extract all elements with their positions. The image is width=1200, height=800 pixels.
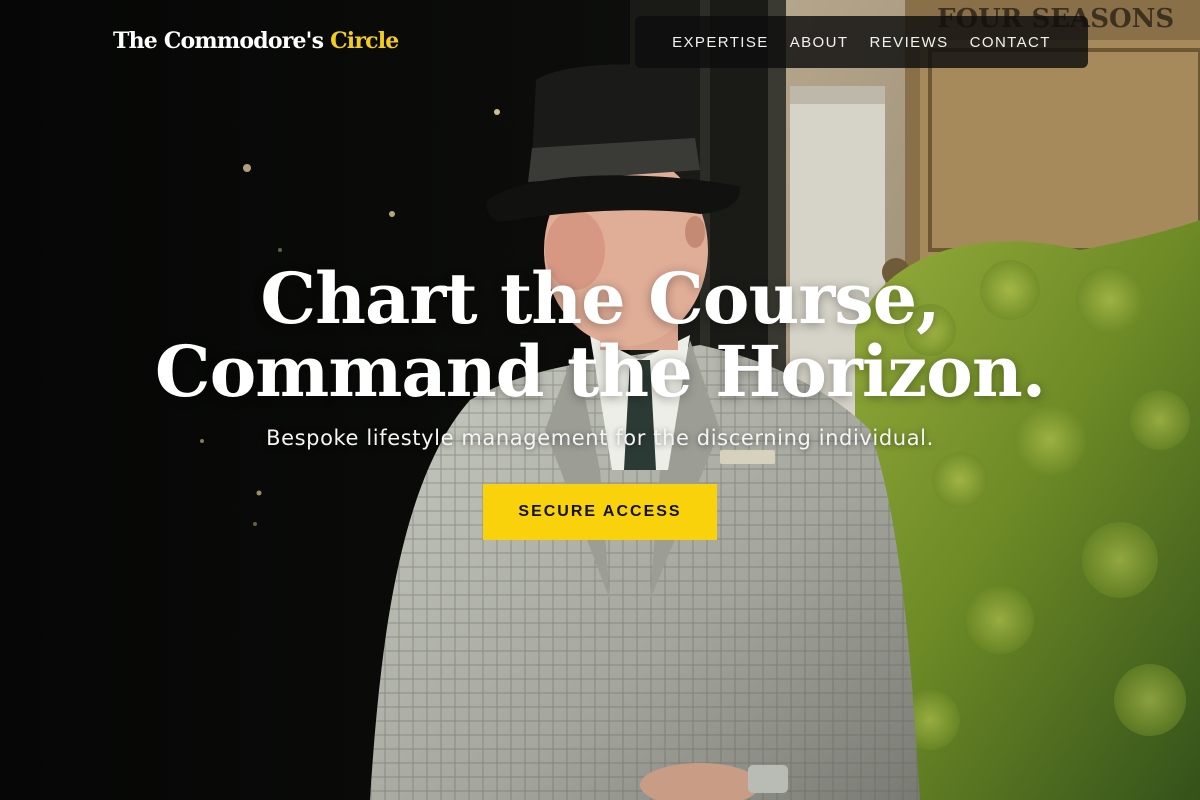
nav-link-about[interactable]: ABOUT [790,34,849,51]
nav-link-contact[interactable]: CONTACT [970,34,1051,51]
brand-logo[interactable]: The Commodore's Circle [113,28,399,54]
brand-name-accent: Circle [330,28,399,54]
hero-headline-line-1: Chart the Course, [260,257,940,340]
hero-headline-line-2: Command the Horizon. [154,330,1046,413]
nav-link-expertise[interactable]: EXPERTISE [672,34,769,51]
hero-copy: Chart the Course, Command the Horizon. B… [0,262,1200,450]
hero-section: FOUR SEASONS The Commodore's Circle EXPE… [0,0,1200,800]
brand-name: The Commodore's [113,28,324,54]
top-bar: The Commodore's Circle EXPERTISE ABOUT R… [0,0,1200,84]
secure-access-button[interactable]: SECURE ACCESS [483,484,717,540]
hero-tagline: Bespoke lifestyle management for the dis… [266,426,934,450]
main-nav: EXPERTISE ABOUT REVIEWS CONTACT [635,16,1088,68]
hero-headline: Chart the Course, Command the Horizon. [0,262,1200,408]
nav-link-reviews[interactable]: REVIEWS [870,34,949,51]
